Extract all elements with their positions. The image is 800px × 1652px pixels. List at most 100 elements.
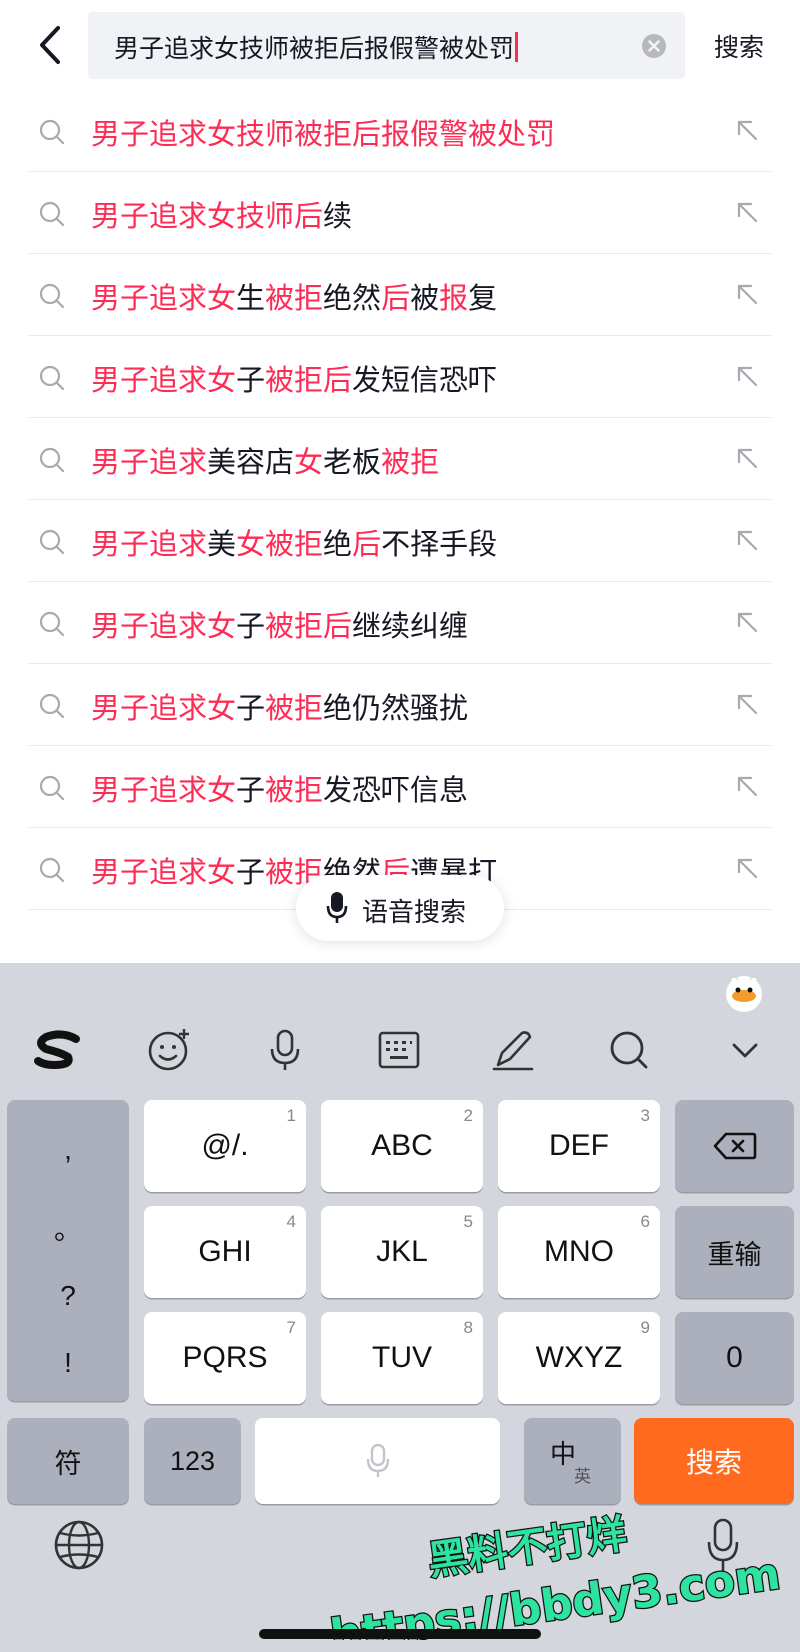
key-3-def[interactable]: DEF 3 <box>498 1100 660 1192</box>
fill-query-arrow-icon[interactable] <box>733 198 761 226</box>
key-7-pqrs[interactable]: PQRS 7 <box>144 1312 306 1404</box>
search-icon <box>39 365 65 391</box>
text-segment: 被 <box>410 281 440 315</box>
fill-query-arrow-icon[interactable] <box>733 526 761 554</box>
fill-query-arrow-icon[interactable] <box>733 362 761 390</box>
suggestion-item[interactable]: 男子追求女子被拒后继续纠缠 <box>29 582 771 664</box>
key-number: 8 <box>463 1318 473 1337</box>
suggestion-item[interactable]: 男子追求女生被拒绝然后被报复 <box>29 254 771 336</box>
keyboard-layout-icon[interactable] <box>374 1025 424 1075</box>
highlight-segment: 男子追求女 <box>91 609 237 643</box>
search-icon <box>39 119 65 145</box>
search-button[interactable]: 搜索 <box>714 28 764 64</box>
fill-query-arrow-icon[interactable] <box>733 690 761 718</box>
search-header: 男子追求女技师被拒后报假警被处罚 搜索 <box>0 0 800 90</box>
suggestion-item[interactable]: 男子追求女子被拒发恐吓信息 <box>29 746 771 828</box>
text-segment: 发短信恐吓 <box>352 363 498 397</box>
voice-search-button[interactable]: 语音搜索 <box>296 875 504 941</box>
highlight-segment: 报 <box>439 281 469 315</box>
key-number: 4 <box>286 1212 296 1231</box>
symbols-key[interactable]: 符 <box>7 1418 129 1504</box>
key-label: GHI <box>198 1235 252 1268</box>
backspace-key[interactable] <box>675 1100 794 1192</box>
voice-input-icon[interactable] <box>260 1025 310 1075</box>
key-1-symbols[interactable]: @/. 1 <box>144 1100 306 1192</box>
watermark-overlay: 黑料不打烊 https://bbdy3.com <box>326 1510 785 1640</box>
fill-query-arrow-icon[interactable] <box>733 280 761 308</box>
emoji-icon[interactable] <box>144 1025 194 1075</box>
key-label: ABC <box>371 1129 433 1162</box>
clear-icon[interactable] <box>641 33 667 59</box>
globe-icon[interactable] <box>52 1518 106 1572</box>
text-segment: 生 <box>236 281 266 315</box>
punct-key-period[interactable]: 。 <box>7 1208 129 1248</box>
highlight-segment: 被拒 <box>381 445 440 479</box>
search-icon <box>39 693 65 719</box>
text-caret <box>515 32 519 62</box>
suggestion-item[interactable]: 男子追求女子被拒绝仍然骚扰 <box>29 664 771 746</box>
text-segment: 子 <box>236 363 266 397</box>
highlight-segment: 男子追求女技师后 <box>91 199 324 233</box>
punct-key-comma[interactable]: , <box>7 1134 129 1166</box>
punct-key-question[interactable]: ? <box>7 1280 129 1312</box>
suggestion-text: 男子追求美容店女老板被拒 <box>91 439 439 481</box>
highlight-segment: 男子追求 <box>91 527 208 561</box>
key-label: JKL <box>376 1235 428 1268</box>
key-4-ghi[interactable]: GHI 4 <box>144 1206 306 1298</box>
numbers-key[interactable]: 123 <box>144 1418 241 1504</box>
key-8-tuv[interactable]: TUV 8 <box>321 1312 483 1404</box>
key-label: DEF <box>549 1129 609 1162</box>
fill-query-arrow-icon[interactable] <box>733 444 761 472</box>
suggestion-item[interactable]: 男子追求美女被拒绝后不择手段 <box>29 500 771 582</box>
suggestion-list: 男子追求女技师被拒后报假警被处罚 男子追求女技师后续 男子追求女生被拒绝然后被报复男… <box>0 90 800 910</box>
punctuation-column[interactable]: , 。 ? ! <box>7 1100 129 1401</box>
search-input[interactable]: 男子追求女技师被拒后报假警被处罚 <box>88 12 685 79</box>
suggestion-item[interactable]: 男子追求女技师被拒后报假警被处罚 <box>29 90 771 172</box>
key-5-jkl[interactable]: JKL 5 <box>321 1206 483 1298</box>
text-segment: 美 <box>207 527 237 561</box>
suggestion-item[interactable]: 男子追求女技师后续 <box>29 172 771 254</box>
lang-alt-label: 英 <box>574 1467 591 1487</box>
highlight-segment: 男子追求 <box>91 445 208 479</box>
search-icon[interactable] <box>604 1025 654 1075</box>
fill-query-arrow-icon[interactable] <box>733 116 761 144</box>
handwriting-pen-icon[interactable] <box>488 1025 538 1075</box>
search-query-text: 男子追求女技师被拒后报假警被处罚 <box>114 29 519 65</box>
key-label: @/. <box>201 1129 249 1162</box>
key-9-wxyz[interactable]: WXYZ 9 <box>498 1312 660 1404</box>
key-label: TUV <box>372 1341 432 1374</box>
key-number: 6 <box>640 1212 650 1231</box>
suggestion-text: 男子追求女子被拒发恐吓信息 <box>91 767 468 809</box>
back-arrow-icon[interactable] <box>28 20 72 70</box>
search-icon <box>39 283 65 309</box>
key-label: PQRS <box>182 1341 268 1374</box>
suggestion-item[interactable]: 男子追求美容店女老板被拒 <box>29 418 771 500</box>
sogou-logo-icon[interactable] <box>32 1025 82 1075</box>
suggestion-item[interactable]: 男子追求女子被拒后发短信恐吓 <box>29 336 771 418</box>
punct-key-exclamation[interactable]: ! <box>7 1347 129 1379</box>
highlight-segment: 男子追求女 <box>91 363 237 397</box>
retype-key[interactable]: 重输 <box>675 1206 794 1298</box>
text-segment: 美容店 <box>207 445 295 479</box>
key-number: 5 <box>463 1212 473 1231</box>
fill-query-arrow-icon[interactable] <box>733 608 761 636</box>
text-segment: 绝 <box>323 527 353 561</box>
collapse-keyboard-chevron-icon[interactable] <box>720 1025 770 1075</box>
text-segment: 发恐吓信息 <box>323 773 469 807</box>
suggestion-text: 男子追求女子被拒绝仍然骚扰 <box>91 685 468 727</box>
suggestion-text: 男子追求女技师后续 <box>91 193 352 235</box>
highlight-segment: 男子追求女 <box>91 773 237 807</box>
highlight-segment: 男子追求女 <box>91 281 237 315</box>
fill-query-arrow-icon[interactable] <box>733 772 761 800</box>
key-0[interactable]: 0 <box>675 1312 794 1404</box>
key-2-abc[interactable]: ABC 2 <box>321 1100 483 1192</box>
text-segment: 复 <box>468 281 498 315</box>
highlight-segment: 被拒后 <box>265 363 353 397</box>
highlight-segment: 女被拒 <box>236 527 324 561</box>
highlight-segment: 男子追求女 <box>91 691 237 725</box>
search-icon <box>39 611 65 637</box>
keyboard-mascot-icon[interactable] <box>722 970 766 1014</box>
search-icon <box>39 857 65 883</box>
key-6-mno[interactable]: MNO 6 <box>498 1206 660 1298</box>
fill-query-arrow-icon[interactable] <box>733 854 761 882</box>
